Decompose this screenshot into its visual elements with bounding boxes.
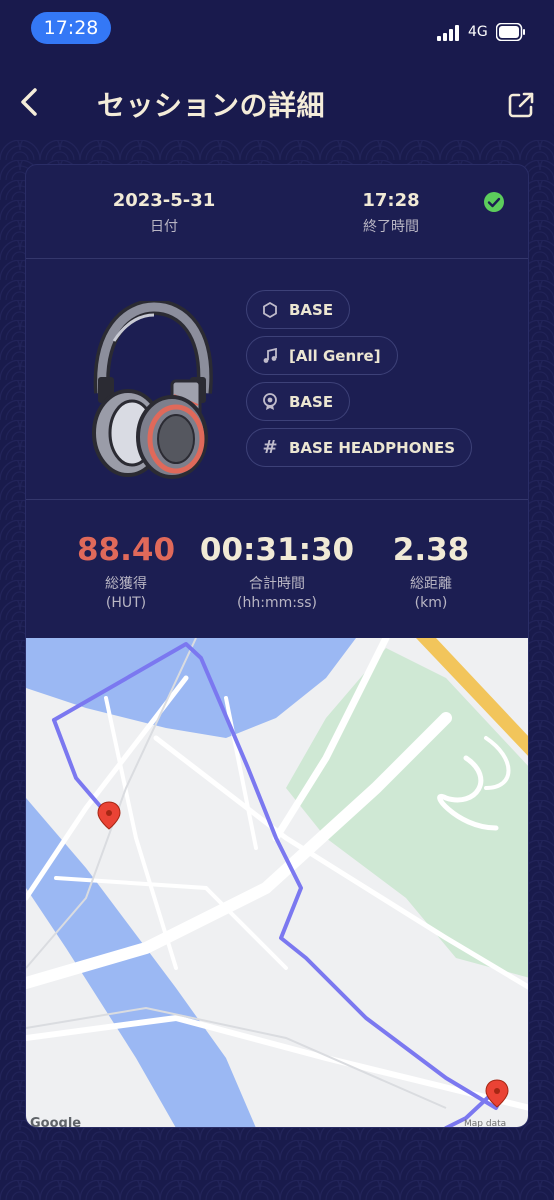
share-button[interactable] xyxy=(507,91,535,119)
tag-item: # BASE HEADPHONES xyxy=(246,428,473,467)
start-marker-icon xyxy=(97,801,121,830)
tag-item: BASE xyxy=(246,382,351,421)
stat-total-time: 00:31:30 合計時間 (hh:mm:ss) xyxy=(198,531,356,611)
stat-unit: (HUT) xyxy=(105,595,147,611)
tag-label: [All Genre] xyxy=(289,346,381,365)
map-data-credit: Map data ©2023 xyxy=(464,1119,507,1128)
google-logo: Google xyxy=(30,1116,82,1128)
stat-distance: 2.38 総距離 (km) xyxy=(376,531,486,611)
status-bar: 17:28 4G xyxy=(0,0,554,56)
music-note-icon xyxy=(263,347,277,363)
battery-icon xyxy=(496,23,525,41)
tag-label: BASE xyxy=(289,300,334,319)
stat-label: 総獲得 xyxy=(105,576,147,592)
status-time: 17:28 xyxy=(31,12,111,44)
end-time-label: 終了時間 xyxy=(363,219,419,235)
divider xyxy=(26,258,528,259)
stat-unit: (hh:mm:ss) xyxy=(237,595,317,611)
tag-label: BASE xyxy=(289,392,334,411)
tag-item: BASE xyxy=(246,290,351,329)
network-label: 4G xyxy=(468,24,488,40)
stat-label: 総距離 xyxy=(410,576,452,592)
stat-value: 88.40 xyxy=(76,532,176,568)
page-title: セッションの詳細 xyxy=(97,89,326,122)
stat-value: 00:31:30 xyxy=(199,532,355,568)
tag-label: BASE HEADPHONES xyxy=(289,438,456,457)
back-button[interactable] xyxy=(15,84,47,120)
divider xyxy=(26,499,528,500)
hexagon-icon xyxy=(263,301,277,318)
date-label: 日付 xyxy=(150,219,178,235)
header: セッションの詳細 xyxy=(0,66,554,140)
end-time-value: 17:28 xyxy=(362,190,420,211)
session-info-row: 2023-5-31 日付 17:28 終了時間 xyxy=(26,165,528,259)
stat-unit: (km) xyxy=(414,595,448,611)
tag-item: [All Genre] xyxy=(246,336,398,375)
signal-icon xyxy=(437,25,459,41)
date-value: 2023-5-31 xyxy=(112,190,216,211)
check-circle-icon xyxy=(484,192,504,212)
stat-value: 2.38 xyxy=(392,532,470,568)
route-map[interactable]: Google Map data ©2023 xyxy=(26,638,528,1128)
stat-label: 合計時間 xyxy=(249,576,305,592)
badge-icon xyxy=(263,392,277,410)
hash-icon: # xyxy=(262,437,278,458)
stat-earned: 88.40 総獲得 (HUT) xyxy=(66,531,186,611)
session-card: 2023-5-31 日付 17:28 終了時間 BASE [All Genre] xyxy=(25,164,529,1128)
stats-row: 88.40 総獲得 (HUT) 00:31:30 合計時間 (hh:mm:ss)… xyxy=(26,531,528,621)
headphones-image xyxy=(92,301,213,479)
